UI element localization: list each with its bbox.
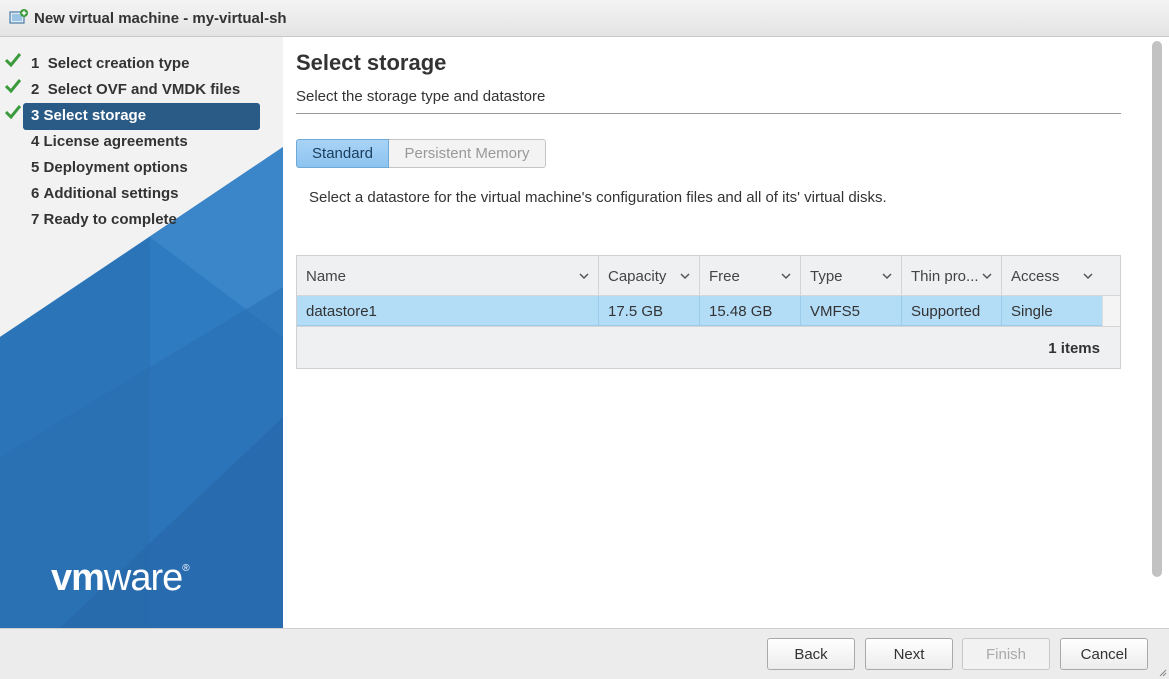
step-1[interactable]: 1 Select creation type [0, 51, 283, 77]
new-vm-icon [9, 9, 28, 24]
check-icon [5, 105, 21, 120]
table-scrollbar[interactable] [1102, 296, 1120, 326]
cell-access: Single [1011, 302, 1053, 320]
step-label: 7 Ready to complete [31, 211, 177, 228]
back-button[interactable]: Back [767, 638, 855, 670]
instruction-text: Select a datastore for the virtual machi… [309, 189, 887, 206]
step-5[interactable]: 5 Deployment options [0, 155, 283, 181]
step-6[interactable]: 6 Additional settings [0, 181, 283, 207]
table-footer: 1 items [297, 326, 1120, 368]
chevron-down-icon [982, 273, 992, 280]
vmware-logo: vmware® [51, 557, 190, 599]
window-title: New virtual machine - my-virtual-sh [34, 9, 287, 27]
cell-type: VMFS5 [801, 296, 902, 326]
column-header-name[interactable]: Name [297, 256, 599, 296]
cell-thin-provisioning: Supported [902, 296, 1002, 326]
step-label: 3 Select storage [31, 107, 147, 124]
page-subtitle: Select the storage type and datastore [296, 88, 546, 105]
tab-standard[interactable]: Standard [296, 139, 389, 168]
step-label: 5 Deployment options [31, 159, 188, 176]
column-header-type[interactable]: Type [801, 256, 902, 296]
step-label: 1 Select creation type [31, 55, 190, 72]
datastore-table: Name Capacity Free Type Thin pro... Acce… [296, 255, 1121, 369]
cell-free: 15.48 GB [700, 296, 801, 326]
step-7[interactable]: 7 Ready to complete [0, 207, 283, 233]
storage-type-tabs: Standard Persistent Memory [296, 139, 546, 168]
column-header-capacity[interactable]: Capacity [599, 256, 700, 296]
step-label: 4 License agreements [31, 133, 188, 150]
page-title: Select storage [296, 50, 447, 75]
chevron-down-icon [1083, 273, 1093, 280]
column-header-thin-provisioning[interactable]: Thin pro... [902, 256, 1002, 296]
cell-capacity: 17.5 GB [599, 296, 700, 326]
chevron-down-icon [781, 273, 791, 280]
step-label: 6 Additional settings [31, 185, 179, 202]
main-panel: Select storage Select the storage type a… [283, 37, 1169, 628]
tab-persistent-memory[interactable]: Persistent Memory [389, 139, 546, 168]
step-4[interactable]: 4 License agreements [0, 129, 283, 155]
chevron-down-icon [680, 273, 690, 280]
column-header-access[interactable]: Access [1002, 256, 1120, 296]
chevron-down-icon [579, 273, 589, 280]
vertical-scrollbar[interactable] [1152, 41, 1162, 577]
resize-grip-icon[interactable] [1157, 667, 1167, 677]
cell-name: datastore1 [297, 296, 599, 326]
table-header: Name Capacity Free Type Thin pro... Acce… [297, 256, 1120, 296]
divider [296, 113, 1121, 114]
step-2[interactable]: 2 Select OVF and VMDK files [0, 77, 283, 103]
finish-button[interactable]: Finish [962, 638, 1050, 670]
column-header-free[interactable]: Free [700, 256, 801, 296]
wizard-steps: 1 Select creation type 2 Select OVF and … [0, 51, 283, 233]
wizard-sidebar: 1 Select creation type 2 Select OVF and … [0, 37, 283, 628]
item-count: 1 items [1048, 340, 1100, 357]
chevron-down-icon [882, 273, 892, 280]
cancel-button[interactable]: Cancel [1060, 638, 1148, 670]
next-button[interactable]: Next [865, 638, 953, 670]
step-label: 2 Select OVF and VMDK files [31, 81, 241, 98]
step-3[interactable]: 3 Select storage [0, 103, 283, 130]
title-bar: New virtual machine - my-virtual-sh [0, 0, 1169, 37]
table-row[interactable]: datastore1 17.5 GB 15.48 GB VMFS5 Suppor… [297, 296, 1102, 326]
check-icon [5, 53, 21, 68]
check-icon [5, 79, 21, 94]
wizard-footer: Back Next Finish Cancel [0, 628, 1169, 679]
